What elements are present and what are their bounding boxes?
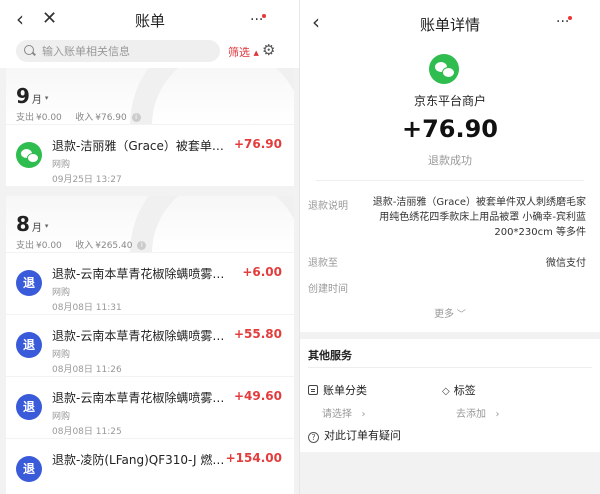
refund-icon: 退 bbox=[16, 332, 42, 358]
refund-icon: 退 bbox=[16, 456, 42, 482]
chevron-down-icon: ▾ bbox=[44, 94, 49, 102]
question-icon: ? bbox=[308, 432, 319, 443]
category-icon bbox=[308, 385, 318, 395]
month-header[interactable]: 8 月 ▾ 支出 ¥0.00 收入 ¥265.40 i bbox=[6, 196, 294, 252]
info-icon[interactable]: i bbox=[131, 113, 141, 122]
divider bbox=[308, 367, 592, 368]
transaction-amount: +55.80 bbox=[233, 327, 282, 341]
transaction-source: 网购 bbox=[52, 288, 71, 298]
transaction-name: 退款-云南本草青花椒除螨喷雾去... bbox=[52, 391, 232, 405]
chevron-down-icon: ▾ bbox=[44, 222, 49, 230]
created-time-label: 创建时间 bbox=[308, 284, 348, 295]
transaction-time: 08月08日 11:26 bbox=[52, 365, 122, 375]
bottom-area bbox=[300, 452, 600, 494]
search-row: 输入账单相关信息 筛选 ▲ ⚙ bbox=[0, 40, 300, 68]
transaction-source: 网购 bbox=[52, 160, 71, 170]
transaction-time: 08月08日 11:25 bbox=[52, 427, 122, 437]
transaction-time: 08月08日 11:31 bbox=[52, 303, 122, 313]
more-options-icon[interactable]: ··· bbox=[250, 12, 267, 28]
refund-to-label: 退款至 bbox=[308, 258, 338, 269]
search-icon bbox=[24, 45, 36, 57]
bill-category-item[interactable]: 账单分类 bbox=[308, 382, 367, 398]
month-label: 8 月 ▾ bbox=[16, 212, 49, 236]
month-header[interactable]: 9 月 ▾ 支出 ¥0.00 收入 ¥76.90 i bbox=[6, 68, 294, 124]
transaction-row[interactable]: 退 退款-凌防(LFang)QF310-J 燃气... +154.00 bbox=[6, 438, 294, 494]
bill-detail-header: ‹ 账单详情 ··· bbox=[300, 0, 600, 44]
divider bbox=[316, 180, 584, 181]
bill-list-header: ‹ ✕ 账单 ··· bbox=[0, 0, 300, 40]
filter-button[interactable]: 筛选 ▲ bbox=[228, 44, 259, 60]
more-details-link[interactable]: 更多 ﹀ bbox=[300, 305, 600, 320]
transaction-amount: +154.00 bbox=[225, 451, 282, 465]
transaction-amount: +6.00 bbox=[242, 265, 282, 279]
tag-item[interactable]: ◇ 标签 bbox=[442, 382, 476, 398]
wechat-icon bbox=[429, 54, 459, 84]
chevron-right-icon: › bbox=[361, 409, 366, 420]
search-input[interactable]: 输入账单相关信息 bbox=[16, 40, 220, 62]
refund-to-value: 微信支付 bbox=[546, 258, 586, 269]
gear-icon[interactable]: ⚙ bbox=[262, 41, 275, 59]
wechat-pay-icon bbox=[16, 142, 42, 168]
refund-icon: 退 bbox=[16, 394, 42, 420]
transaction-row[interactable]: 退款-洁丽雅（Grace）被套单件... +76.90 网购 09月25日 13… bbox=[6, 124, 294, 186]
refund-icon: 退 bbox=[16, 270, 42, 296]
filter-caret-icon: ▲ bbox=[253, 49, 259, 57]
detail-amount: +76.90 bbox=[401, 115, 499, 143]
page-title: 账单详情 bbox=[419, 16, 480, 34]
transaction-name: 退款-云南本草青花椒除螨喷雾去螨... bbox=[52, 267, 232, 281]
info-icon[interactable]: i bbox=[137, 241, 147, 250]
bill-detail-panel: ‹ 账单详情 ··· 京东平台商户 +76.90 退款成功 退款说明 退款-洁丽… bbox=[300, 0, 600, 494]
transaction-source: 网购 bbox=[52, 412, 71, 422]
other-services-title: 其他服务 bbox=[308, 349, 352, 362]
search-placeholder: 输入账单相关信息 bbox=[42, 45, 130, 58]
transaction-amount: +49.60 bbox=[233, 389, 282, 403]
transaction-name: 退款-凌防(LFang)QF310-J 燃气... bbox=[52, 453, 232, 467]
transaction-row[interactable]: 退 退款-云南本草青花椒除螨喷雾去... +55.80 网购 08月08日 11… bbox=[6, 314, 294, 376]
month-summary: 支出 ¥0.00 收入 ¥76.90 i bbox=[16, 110, 143, 123]
refund-desc-label: 退款说明 bbox=[308, 201, 348, 212]
question-order-item[interactable]: ? 对此订单有疑问 bbox=[308, 427, 401, 443]
more-options-icon[interactable]: ··· bbox=[556, 14, 573, 30]
tag-icon: ◇ bbox=[442, 386, 450, 397]
section-gap bbox=[300, 332, 600, 339]
month-summary: 支出 ¥0.00 收入 ¥265.40 i bbox=[16, 238, 148, 251]
transaction-time: 09月25日 13:27 bbox=[52, 175, 122, 185]
add-tag-button[interactable]: 去添加 › bbox=[456, 405, 500, 420]
chevron-right-icon: › bbox=[495, 409, 500, 420]
bill-list-panel: ‹ ✕ 账单 ··· 输入账单相关信息 筛选 ▲ ⚙ 9 月 ▾ 支出 ¥0.00 收… bbox=[0, 0, 300, 494]
transaction-row[interactable]: 退 退款-云南本草青花椒除螨喷雾去... +49.60 网购 08月08日 11… bbox=[6, 376, 294, 438]
status-label: 退款成功 bbox=[428, 154, 472, 167]
transaction-name: 退款-洁丽雅（Grace）被套单件... bbox=[52, 139, 232, 153]
month-section-september: 9 月 ▾ 支出 ¥0.00 收入 ¥76.90 i 退款-洁丽雅（Grace）被套单件… bbox=[6, 68, 294, 186]
refund-desc-value: 退款-洁丽雅（Grace）被套单件双人刺绣磨毛家用纯色绣花四季款床上用品被罩 小… bbox=[372, 197, 586, 238]
chevron-down-icon: ﹀ bbox=[454, 310, 466, 320]
transaction-source: 网购 bbox=[52, 350, 71, 360]
transaction-name: 退款-云南本草青花椒除螨喷雾去... bbox=[52, 329, 232, 343]
month-label: 9 月 ▾ bbox=[16, 84, 49, 108]
transaction-amount: +76.90 bbox=[233, 137, 282, 151]
month-section-august: 8 月 ▾ 支出 ¥0.00 收入 ¥265.40 i 退 退款-云南本草青花椒除螨喷雾… bbox=[6, 196, 294, 494]
merchant-name: 京东平台商户 bbox=[413, 94, 486, 108]
category-select-button[interactable]: 请选择 › bbox=[322, 405, 366, 420]
transaction-row[interactable]: 退 退款-云南本草青花椒除螨喷雾去螨... +6.00 网购 08月08日 11… bbox=[6, 252, 294, 314]
